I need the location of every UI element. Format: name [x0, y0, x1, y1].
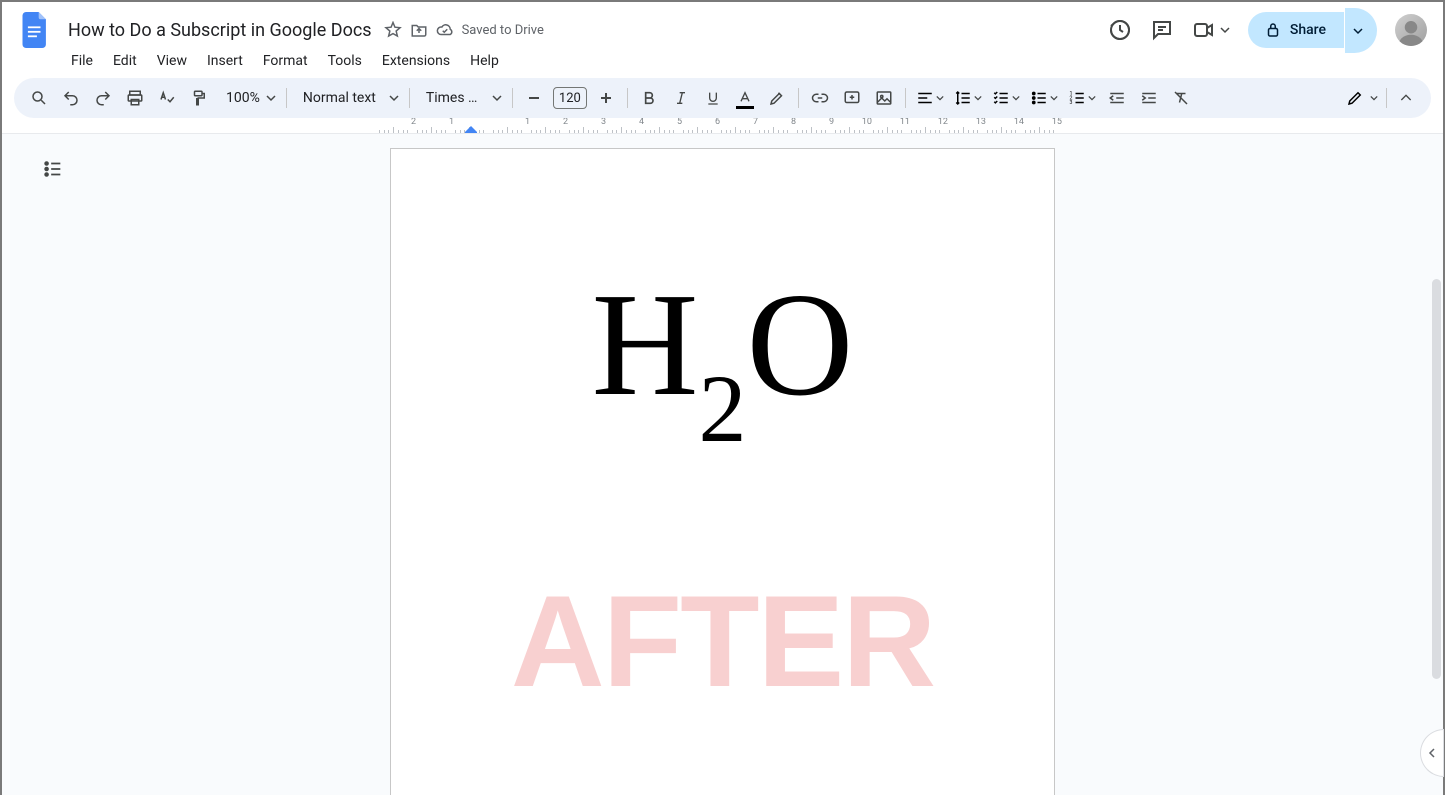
spellcheck-icon[interactable] — [152, 83, 182, 113]
search-icon[interactable] — [24, 83, 54, 113]
paint-format-icon[interactable] — [184, 83, 214, 113]
insert-image-icon[interactable] — [869, 83, 899, 113]
clear-formatting-icon[interactable] — [1166, 83, 1196, 113]
formula-subscript-2: 2 — [699, 355, 747, 462]
decrease-indent-icon[interactable] — [1102, 83, 1132, 113]
overlay-text: AFTER — [471, 566, 974, 716]
move-icon[interactable] — [410, 21, 428, 39]
underline-icon[interactable] — [698, 83, 728, 113]
menu-file[interactable]: File — [62, 49, 102, 73]
ruler[interactable] — [2, 118, 1443, 134]
meet-icon[interactable] — [1192, 18, 1230, 42]
zoom-value: 100% — [220, 90, 266, 106]
editing-mode-select[interactable] — [1342, 89, 1382, 107]
right-indent-marker[interactable] — [942, 127, 954, 134]
zoom-select[interactable]: 100% — [216, 90, 280, 106]
numbered-list-select[interactable]: 123 — [1064, 89, 1100, 107]
account-avatar[interactable] — [1395, 14, 1427, 46]
font-size-input[interactable]: 120 — [553, 87, 587, 109]
outline-toggle-icon[interactable] — [42, 158, 64, 184]
share-dropdown[interactable] — [1345, 8, 1377, 53]
increase-indent-icon[interactable] — [1134, 83, 1164, 113]
highlight-icon[interactable] — [762, 83, 792, 113]
line-spacing-select[interactable] — [950, 89, 986, 107]
link-icon[interactable] — [805, 83, 835, 113]
menu-tools[interactable]: Tools — [319, 49, 371, 73]
text-color-icon[interactable] — [730, 83, 760, 113]
menu-bar: File Edit View Insert Format Tools Exten… — [2, 50, 1443, 78]
align-select[interactable] — [912, 89, 948, 107]
document-title[interactable]: How to Do a Subscript in Google Docs — [62, 18, 378, 43]
add-comment-icon[interactable] — [837, 83, 867, 113]
toolbar: 100% Normal text Times … 120 — [14, 78, 1431, 118]
italic-icon[interactable] — [666, 83, 696, 113]
menu-format[interactable]: Format — [254, 49, 317, 73]
menu-insert[interactable]: Insert — [198, 49, 252, 73]
star-icon[interactable] — [384, 21, 402, 39]
history-icon[interactable] — [1108, 18, 1132, 42]
svg-text:3: 3 — [1069, 100, 1072, 106]
document-content-formula[interactable]: H2O — [471, 279, 974, 436]
comments-icon[interactable] — [1150, 18, 1174, 42]
menu-view[interactable]: View — [148, 49, 196, 73]
menu-help[interactable]: Help — [461, 49, 508, 73]
bullet-list-select[interactable] — [1026, 89, 1062, 107]
left-indent-marker[interactable] — [465, 122, 477, 134]
decrease-font-icon[interactable] — [519, 83, 549, 113]
undo-icon[interactable] — [56, 83, 86, 113]
menu-edit[interactable]: Edit — [104, 49, 146, 73]
print-icon[interactable] — [120, 83, 150, 113]
share-label: Share — [1290, 22, 1326, 38]
document-page[interactable]: H2O AFTER — [390, 148, 1055, 795]
redo-icon[interactable] — [88, 83, 118, 113]
checklist-select[interactable] — [988, 89, 1024, 107]
vertical-scrollbar[interactable] — [1432, 279, 1441, 679]
formula-h: H — [592, 263, 699, 427]
increase-font-icon[interactable] — [591, 83, 621, 113]
cloud-saved-icon[interactable]: Saved to Drive — [436, 21, 544, 39]
bold-icon[interactable] — [634, 83, 664, 113]
save-status: Saved to Drive — [462, 23, 544, 38]
menu-extensions[interactable]: Extensions — [373, 49, 459, 73]
docs-logo[interactable] — [18, 12, 54, 48]
formula-o: O — [747, 263, 854, 427]
style-value: Normal text — [297, 90, 382, 106]
font-value: Times … — [420, 90, 484, 106]
share-button[interactable]: Share — [1248, 12, 1344, 48]
font-select[interactable]: Times … — [416, 90, 506, 106]
style-select[interactable]: Normal text — [293, 90, 403, 106]
collapse-toolbar-icon[interactable] — [1391, 83, 1421, 113]
